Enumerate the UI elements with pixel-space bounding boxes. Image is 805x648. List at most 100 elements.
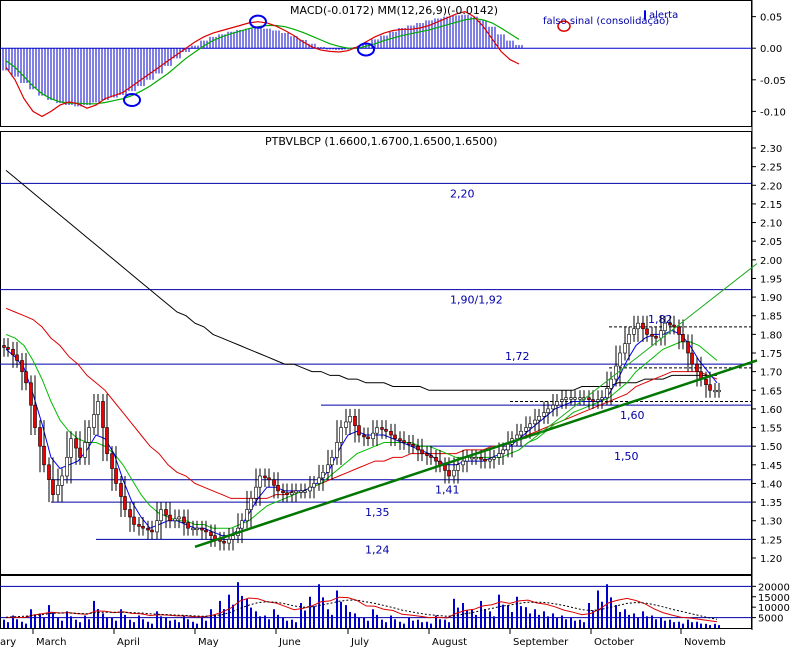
candle-body	[375, 427, 379, 434]
month-label: May	[198, 637, 219, 648]
stock-chart: 2,201,90/1,921,721,601,501,411,351,241,8…	[0, 0, 790, 648]
level-label: 1,24	[365, 543, 390, 556]
candle-body	[573, 397, 577, 400]
candle-body	[51, 479, 55, 495]
price-tick-label: 1.75	[760, 349, 782, 360]
candle-body	[704, 378, 708, 385]
candle-body	[672, 324, 676, 328]
candle-body	[303, 490, 307, 493]
candle-body	[605, 388, 609, 399]
candle-body	[641, 322, 645, 330]
candle-body	[330, 457, 334, 466]
candle-body	[29, 382, 33, 406]
candle-body	[33, 404, 37, 428]
candle-body	[24, 371, 28, 384]
candle-body	[186, 522, 190, 529]
candle-body	[146, 527, 150, 531]
candle-body	[686, 341, 690, 354]
candle-body	[551, 404, 555, 410]
candle-body	[501, 449, 505, 454]
candle-body	[182, 516, 186, 523]
candle-body	[150, 529, 154, 533]
candle-body	[78, 447, 82, 458]
price-tick-label: 1.65	[760, 386, 782, 397]
candle-body	[362, 434, 366, 438]
candle-body	[519, 430, 523, 436]
candle-body	[596, 399, 600, 402]
candle-body	[290, 492, 294, 495]
candle-body	[659, 330, 663, 339]
candle-body	[132, 516, 136, 525]
candle-body	[447, 470, 451, 477]
candle-body	[591, 399, 595, 402]
candle-body	[281, 490, 285, 494]
month-label: March	[36, 637, 66, 648]
candle-body	[623, 343, 627, 354]
candle-body	[110, 453, 114, 469]
candle-body	[627, 334, 631, 344]
candle-body	[564, 397, 568, 400]
candle-body	[11, 348, 15, 356]
candle-body	[537, 416, 541, 421]
candle-body	[267, 477, 271, 481]
candle-body	[114, 468, 118, 484]
candle-body	[312, 483, 316, 488]
price-tick-label: 2.20	[760, 181, 782, 192]
volume-tick-label: 10000	[758, 603, 790, 614]
candle-body	[101, 401, 105, 428]
candle-body	[542, 412, 546, 417]
candle-body	[713, 389, 717, 393]
candle-body	[83, 442, 87, 458]
candle-body	[231, 535, 235, 540]
candle-body	[366, 436, 370, 440]
price-tick-label: 2.05	[760, 237, 782, 248]
candle-body	[546, 408, 550, 413]
candle-body	[6, 347, 10, 350]
level-label: 1,50	[614, 450, 639, 463]
candle-body	[240, 520, 244, 529]
candle-body	[645, 328, 649, 335]
candle-body	[560, 399, 564, 402]
candle-body	[452, 470, 456, 477]
candle-body	[191, 527, 195, 530]
candle-body	[339, 427, 343, 443]
month-label: October	[594, 637, 635, 648]
candle-body	[411, 444, 415, 447]
level-label: 1,60	[620, 409, 645, 422]
price-tick-label: 2.25	[760, 163, 782, 174]
candle-body	[60, 475, 64, 486]
level-label: 1,35	[365, 506, 390, 519]
candle-body	[276, 485, 280, 492]
price-tick-label: 1.50	[760, 442, 782, 453]
candle-body	[474, 457, 478, 460]
candle-body	[528, 423, 532, 428]
candle-body	[456, 464, 460, 471]
candle-body	[402, 440, 406, 443]
candle-body	[533, 419, 537, 425]
month-label: August	[432, 637, 467, 648]
candle-body	[74, 438, 78, 449]
candle-body	[2, 345, 6, 348]
price-tick-label: 1.20	[760, 554, 782, 565]
volume-tick-label: 5000	[758, 614, 783, 625]
candle-body	[308, 486, 312, 492]
candle-body	[344, 421, 348, 428]
candle-body	[632, 328, 636, 335]
price-title: PTBVLBCP (1.6600,1.6700,1.6500,1.6500)	[265, 135, 497, 148]
macd-tick-label: -0.05	[760, 76, 786, 87]
candle-body	[47, 464, 51, 481]
candle-body	[681, 334, 685, 343]
month-label: September	[513, 637, 569, 648]
candle-body	[407, 442, 411, 445]
candle-body	[677, 326, 681, 335]
macd-tick-label: 0.05	[760, 13, 782, 24]
candle-body	[56, 485, 60, 495]
macd-title: MACD(-0.0172) MM(12,26,9)(-0.0142)	[290, 4, 498, 17]
candle-body	[393, 434, 397, 440]
candle-body	[326, 464, 330, 473]
price-tick-label: 1.40	[760, 479, 782, 490]
price-tick-label: 1.90	[760, 293, 782, 304]
candle-body	[168, 514, 172, 522]
candle-body	[69, 438, 73, 458]
price-tick-label: 2.00	[760, 256, 782, 267]
